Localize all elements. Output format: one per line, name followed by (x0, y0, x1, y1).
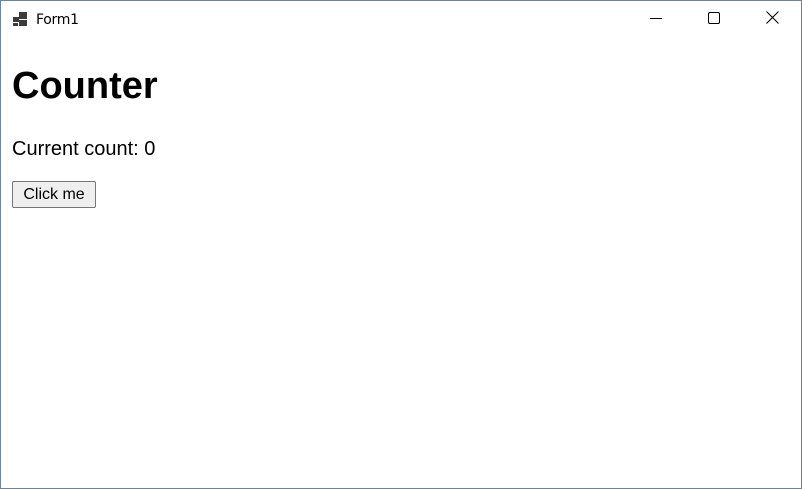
page-title: Counter (12, 65, 158, 107)
window-title: Form1 (36, 12, 79, 28)
app-window-icon (13, 12, 28, 27)
maximize-icon (708, 11, 720, 29)
current-count-text: Current count: 0 (12, 138, 156, 160)
minimize-button[interactable] (627, 1, 685, 38)
app-window: Form1 Counter Current count: 0 Click me (0, 0, 802, 489)
maximize-button[interactable] (685, 1, 743, 38)
title-bar[interactable]: Form1 (1, 1, 801, 38)
form-content: Counter Current count: 0 Click me (1, 38, 801, 488)
minimize-icon (650, 11, 662, 29)
close-button[interactable] (743, 1, 801, 38)
close-icon (765, 10, 779, 29)
click-me-button[interactable]: Click me (12, 181, 96, 208)
